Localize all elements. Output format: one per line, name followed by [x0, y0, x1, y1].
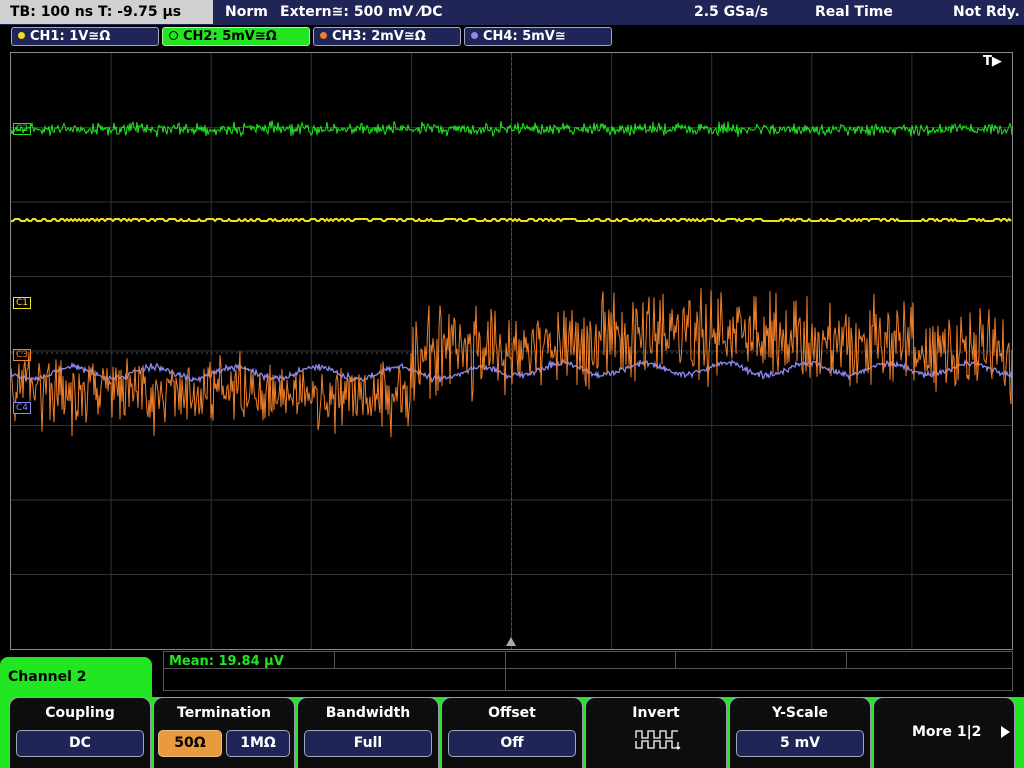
termination-title: Termination	[177, 705, 271, 721]
trigger-source[interactable]: Extern≅: 500 mV ⁄DC	[280, 0, 442, 25]
offset-title: Offset	[488, 705, 536, 721]
ch4-color-dot	[471, 32, 478, 39]
acquisition-mode: Real Time	[815, 4, 893, 20]
right-triangle-icon	[1001, 726, 1010, 738]
waveform-canvas	[11, 53, 1012, 649]
channel-tab-ch4[interactable]: CH4: 5mV≅	[464, 27, 612, 46]
coupling-value[interactable]: DC	[16, 730, 144, 757]
more-label: More 1|2	[912, 724, 982, 740]
ch1-offset-marker[interactable]: C1	[13, 297, 32, 309]
yscale-title: Y-Scale	[771, 705, 828, 721]
sample-rate: 2.5 GSa/s	[694, 4, 769, 20]
menu-title-tab: Channel 2	[0, 657, 152, 700]
bandwidth-softkey[interactable]: Bandwidth Full	[297, 697, 439, 768]
ch2-offset-marker[interactable]: C2	[13, 123, 32, 135]
trigger-mode[interactable]: Norm	[225, 0, 268, 25]
channel-tab-label: CH3: 2mV≅Ω	[332, 29, 426, 44]
more-softkey[interactable]: More 1|2	[873, 697, 1015, 768]
bandwidth-title: Bandwidth	[325, 705, 411, 721]
waveform-display[interactable]: C2 C1 C3 C4 T▶	[10, 52, 1013, 650]
channel-tab-label: CH1: 1V≅Ω	[30, 29, 111, 44]
termination-1m-ohm-option[interactable]: 1MΩ	[226, 730, 290, 757]
acquisition-state: Not Rdy.	[953, 4, 1020, 20]
invert-title: Invert	[632, 705, 680, 721]
offset-softkey[interactable]: Offset Off	[441, 697, 583, 768]
offset-value[interactable]: Off	[448, 730, 576, 757]
channel-tab-label: CH2: 5mV≅Ω	[183, 29, 277, 44]
ch3-color-dot	[320, 32, 327, 39]
ch2-color-dot	[169, 31, 178, 40]
yscale-softkey[interactable]: Y-Scale 5 mV	[729, 697, 871, 768]
yscale-value[interactable]: 5 mV	[736, 730, 864, 757]
channel-tab-label: CH4: 5mV≅	[483, 29, 566, 44]
channel-tab-ch2[interactable]: CH2: 5mV≅Ω	[162, 27, 310, 46]
coupling-title: Coupling	[45, 705, 115, 721]
inverted-square-wave-icon	[635, 730, 681, 750]
trigger-position-marker[interactable]: T▶	[983, 54, 1002, 69]
ch3-offset-marker[interactable]: C3	[13, 349, 32, 361]
ch1-color-dot	[18, 32, 25, 39]
bandwidth-value[interactable]: Full	[304, 730, 432, 757]
invert-softkey[interactable]: Invert	[585, 697, 727, 768]
termination-softkey[interactable]: Termination 50Ω 1MΩ	[153, 697, 295, 768]
time-reference-icon	[506, 637, 516, 646]
timebase-readout[interactable]: TB: 100 ns T: -9.75 µs	[0, 0, 213, 24]
graticule	[11, 53, 1012, 649]
coupling-softkey[interactable]: Coupling DC	[9, 697, 151, 768]
mean-measurement[interactable]: Mean: 19.84 µV	[169, 654, 284, 669]
termination-50-ohm-option[interactable]: 50Ω	[158, 730, 222, 757]
channel-tab-ch1[interactable]: CH1: 1V≅Ω	[11, 27, 159, 46]
ch4-offset-marker[interactable]: C4	[13, 402, 32, 414]
measurement-panel	[163, 651, 1013, 691]
channel-tab-ch3[interactable]: CH3: 2mV≅Ω	[313, 27, 461, 46]
